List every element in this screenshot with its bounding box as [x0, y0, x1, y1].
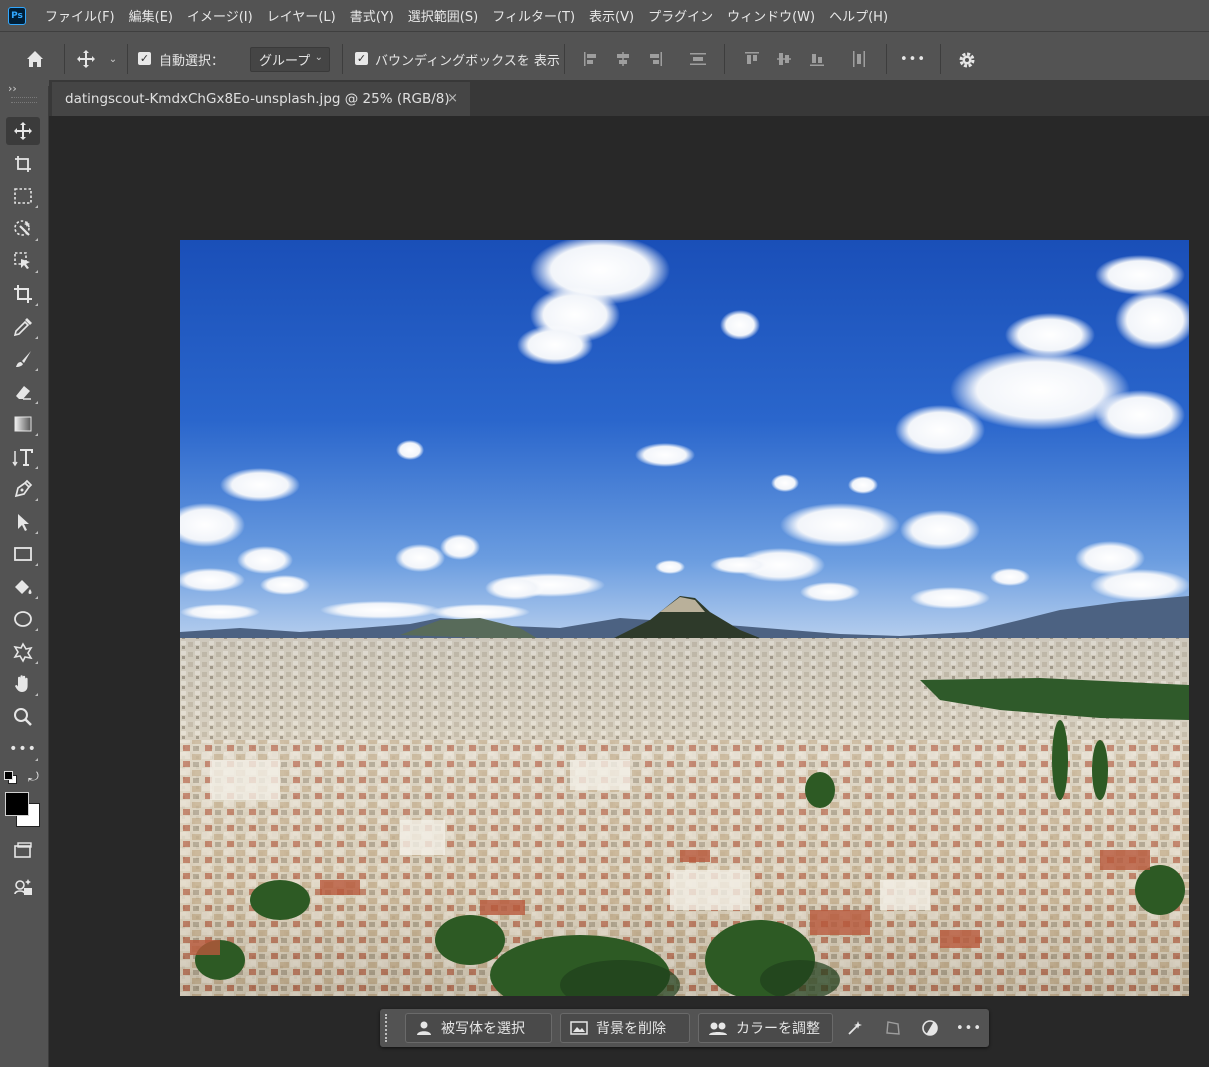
generative-fill-icon[interactable] [844, 1017, 866, 1039]
divider [940, 44, 941, 74]
screen-mode-icon[interactable] [6, 873, 40, 901]
align-left-icon[interactable] [580, 48, 602, 70]
canvas-image[interactable] [180, 240, 1189, 996]
menu-bar: Ps ファイル(F) 編集(E) イメージ(I) レイヤー(L) 書式(Y) 選… [0, 0, 1209, 31]
divider [564, 44, 565, 74]
align-top-icon[interactable] [741, 48, 763, 70]
align-bottom-icon[interactable] [806, 48, 828, 70]
brush-tool-icon[interactable] [6, 345, 40, 373]
collapse-toolbar-icon[interactable]: ›› [8, 82, 17, 95]
auto-select-checkbox[interactable]: ✓ [138, 52, 151, 65]
menu-layer[interactable]: レイヤー(L) [260, 6, 343, 25]
remove-background-button[interactable]: 背景を削除 [560, 1013, 690, 1043]
menu-filter[interactable]: フィルター(T) [485, 6, 582, 25]
chevron-down-icon[interactable]: ⌄ [106, 52, 120, 66]
contextual-taskbar: 被写体を選択 背景を削除 カラーを調整 ••• [380, 1009, 989, 1047]
menu-window[interactable]: ウィンドウ(W) [720, 6, 822, 25]
options-bar: ⌄ ✓ 自動選択： グループ ⌄ ✓ バウンディングボックスを 表示 ••• [0, 31, 1209, 86]
move-tool-preset-icon[interactable] [74, 47, 98, 71]
adjustment-layer-icon[interactable] [919, 1017, 941, 1039]
document-tab[interactable]: datingscout-KmdxChGx8Eo-unsplash.jpg @ 2… [52, 82, 470, 116]
swap-colors-icon[interactable]: ⤾ [28, 770, 39, 785]
quick-selection-tool-icon[interactable] [6, 247, 40, 275]
remove-background-label: 背景を削除 [596, 1021, 666, 1037]
divider [342, 44, 343, 74]
adjust-color-label: カラーを調整 [736, 1021, 820, 1037]
eraser-tool-icon[interactable] [6, 378, 40, 406]
toolbar-grip[interactable] [11, 97, 37, 103]
bounding-box-label: バウンディングボックスを 表示 [375, 53, 560, 69]
athens-cityscape-photo [180, 240, 1189, 996]
remove-background-icon [570, 1021, 588, 1035]
home-icon[interactable] [22, 46, 48, 72]
pen-tool-icon[interactable] [6, 475, 40, 503]
artboard-tool-icon[interactable] [6, 150, 40, 178]
menu-file[interactable]: ファイル(F) [38, 6, 122, 25]
auto-select-label: 自動選択： [159, 53, 225, 69]
custom-shape-tool-icon[interactable] [6, 638, 40, 666]
menu-plugins[interactable]: プラグイン [641, 6, 720, 25]
taskbar-drag-handle[interactable] [385, 1014, 391, 1042]
tools-panel: ›› ••• ⤾ [0, 82, 49, 1067]
menu-type[interactable]: 書式(Y) [343, 6, 401, 25]
ellipse-tool-icon[interactable] [6, 605, 40, 633]
align-right-icon[interactable] [644, 48, 666, 70]
bounding-box-checkbox[interactable]: ✓ [355, 52, 368, 65]
align-horizontal-center-icon[interactable] [612, 48, 634, 70]
divider [127, 44, 128, 74]
select-subject-label: 被写体を選択 [441, 1021, 525, 1037]
select-subject-button[interactable]: 被写体を選択 [405, 1013, 552, 1043]
eyedropper-tool-icon[interactable] [6, 313, 40, 341]
edit-toolbar-icon[interactable]: ••• [6, 735, 40, 763]
close-icon[interactable]: × [447, 91, 458, 106]
hand-tool-icon[interactable] [6, 670, 40, 698]
divider [64, 44, 65, 74]
menu-view[interactable]: 表示(V) [582, 6, 641, 25]
rectangular-marquee-tool-icon[interactable] [6, 182, 40, 210]
auto-select-target-value: グループ [259, 54, 311, 69]
menu-edit[interactable]: 編集(E) [122, 6, 180, 25]
gear-icon[interactable] [955, 48, 979, 72]
path-selection-tool-icon[interactable] [6, 508, 40, 536]
zoom-tool-icon[interactable] [6, 703, 40, 731]
taskbar-more-button[interactable]: ••• [956, 1017, 982, 1039]
menu-select[interactable]: 選択範囲(S) [401, 6, 485, 25]
quick-mask-icon[interactable] [6, 837, 40, 865]
photoshop-logo[interactable]: Ps [8, 6, 26, 25]
type-tool-icon[interactable] [6, 443, 40, 471]
default-colors-icon[interactable] [4, 771, 17, 784]
auto-select-target-dropdown[interactable]: グループ ⌄ [250, 47, 330, 72]
distribute-horizontal-icon[interactable] [687, 48, 709, 70]
rectangle-tool-icon[interactable] [6, 540, 40, 568]
chevron-down-icon: ⌄ [314, 52, 323, 63]
adjust-color-icon [709, 1022, 727, 1035]
gradient-tool-icon[interactable] [6, 410, 40, 438]
select-subject-icon [417, 1021, 431, 1035]
move-tool-icon[interactable] [6, 117, 40, 145]
checkmark-icon: ✓ [138, 52, 151, 65]
divider [886, 44, 887, 74]
foreground-color-swatch[interactable] [5, 792, 29, 816]
transform-icon[interactable] [882, 1017, 904, 1039]
document-tab-title: datingscout-KmdxChGx8Eo-unsplash.jpg @ 2… [65, 91, 450, 107]
more-options-button[interactable]: ••• [898, 47, 928, 71]
adjust-color-button[interactable]: カラーを調整 [698, 1013, 833, 1043]
menu-help[interactable]: ヘルプ(H) [822, 6, 895, 25]
crop-tool-icon[interactable] [6, 280, 40, 308]
distribute-vertical-icon[interactable] [848, 48, 870, 70]
checkmark-icon: ✓ [355, 52, 368, 65]
align-vertical-center-icon[interactable] [773, 48, 795, 70]
paint-bucket-tool-icon[interactable] [6, 573, 40, 601]
menu-image[interactable]: イメージ(I) [180, 6, 260, 25]
object-selection-tool-icon[interactable] [6, 215, 40, 243]
divider [724, 44, 725, 74]
